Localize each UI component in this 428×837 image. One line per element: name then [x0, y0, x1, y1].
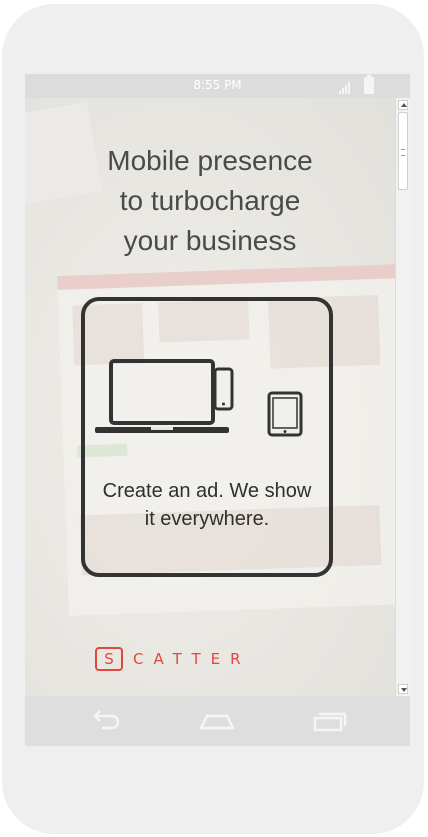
devices-icon [95, 359, 234, 433]
status-bar: 8:55 PM [25, 74, 410, 98]
home-icon[interactable] [199, 708, 235, 734]
logo-wordmark: CATTER [133, 650, 251, 668]
scatter-logo[interactable]: S CATTER [95, 646, 251, 672]
device-screen: 8:55 PM Mobile presence to turbocharge y… [25, 74, 410, 746]
phone-frame: 8:55 PM Mobile presence to turbocharge y… [2, 4, 424, 834]
feature-card: Create an ad. We show it everywhere. [81, 297, 333, 577]
tagline-line-2: it everywhere. [144, 508, 270, 530]
navigation-bar [25, 696, 410, 746]
battery-icon [364, 75, 374, 94]
signal-icon [339, 82, 350, 94]
headline-line-2: to turbocharge [119, 185, 301, 216]
headline-line-1: Mobile presence [107, 145, 313, 176]
scroll-down-arrow-icon[interactable] [398, 684, 408, 694]
headline: Mobile presence to turbocharge your busi… [25, 141, 395, 261]
tagline-line-1: Create an ad. We show [102, 480, 312, 502]
tagline: Create an ad. We show it everywhere. [85, 477, 329, 533]
scroll-up-arrow-icon[interactable] [398, 100, 408, 110]
logo-initial: S [95, 647, 123, 671]
headline-line-3: your business [123, 225, 297, 256]
tablet-icon [267, 391, 303, 437]
scrollbar[interactable] [395, 98, 410, 696]
back-icon[interactable] [88, 708, 124, 734]
scroll-thumb[interactable] [398, 112, 408, 190]
web-viewport: Mobile presence to turbocharge your busi… [25, 98, 395, 696]
recents-icon[interactable] [311, 708, 347, 734]
